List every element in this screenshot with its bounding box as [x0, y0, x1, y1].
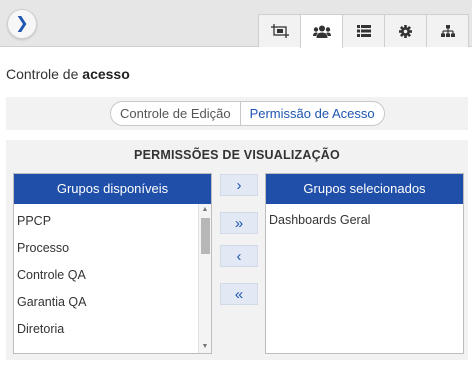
page-title-prefix: Controle de: [6, 66, 83, 82]
segment-access-permission[interactable]: Permissão de Acesso: [239, 102, 384, 125]
selected-groups-header: Grupos selecionados: [266, 174, 463, 204]
selected-groups-body[interactable]: Dashboards Geral: [266, 204, 463, 353]
list-item[interactable]: Processo: [14, 235, 211, 262]
tab-users[interactable]: [300, 14, 343, 48]
selected-groups-list: Grupos selecionados Dashboards Geral: [265, 173, 464, 354]
tab-list[interactable]: [342, 14, 385, 47]
move-selected-left-button[interactable]: ‹: [220, 245, 258, 267]
expand-sidebar-button[interactable]: ❯: [7, 9, 37, 39]
chevron-right-icon: ❯: [15, 15, 29, 32]
mode-toolbar: Controle de Edição Permissão de Acesso: [6, 97, 468, 130]
tab-settings[interactable]: [384, 14, 427, 47]
toolbar-tabs: [258, 14, 469, 48]
panel-title: PERMISSÕES DE VISUALIZAÇÃO: [134, 148, 340, 162]
available-groups-header: Grupos disponíveis: [14, 174, 211, 204]
sitemap-icon: [440, 25, 455, 37]
page-title: Controle de acesso: [6, 66, 130, 82]
list-icon: [356, 25, 371, 37]
tab-hierarchy[interactable]: [426, 14, 469, 47]
layout-icon: [270, 24, 289, 38]
scroll-thumb[interactable]: [201, 218, 210, 254]
top-bar: ❯: [0, 0, 472, 48]
scroll-up-arrow-icon[interactable]: ▲: [199, 204, 211, 216]
list-item[interactable]: PPCP: [14, 208, 211, 235]
mode-segmented-control: Controle de Edição Permissão de Acesso: [110, 101, 385, 126]
available-groups-scrollbar[interactable]: ▲ ▼: [198, 204, 211, 353]
tab-layout[interactable]: [258, 14, 301, 47]
list-item[interactable]: Dashboards Geral: [266, 207, 463, 234]
page-title-bold: acesso: [82, 66, 130, 82]
list-item[interactable]: Garantia QA: [14, 289, 211, 316]
available-groups-body[interactable]: PPCP Processo Controle QA Garantia QA Di…: [14, 204, 211, 353]
scroll-down-arrow-icon[interactable]: ▼: [199, 341, 211, 353]
segment-edit-control[interactable]: Controle de Edição: [111, 102, 240, 125]
users-icon: [312, 25, 331, 38]
available-groups-list: Grupos disponíveis PPCP Processo Control…: [13, 173, 212, 354]
move-all-right-button[interactable]: »: [220, 212, 258, 234]
view-permissions-panel: PERMISSÕES DE VISUALIZAÇÃO Grupos dispon…: [6, 140, 468, 360]
list-item[interactable]: Diretoria: [14, 316, 211, 343]
list-item[interactable]: Controle QA: [14, 262, 211, 289]
move-selected-right-button[interactable]: ›: [220, 174, 258, 196]
gear-icon: [399, 24, 412, 38]
move-all-left-button[interactable]: «: [220, 283, 258, 305]
